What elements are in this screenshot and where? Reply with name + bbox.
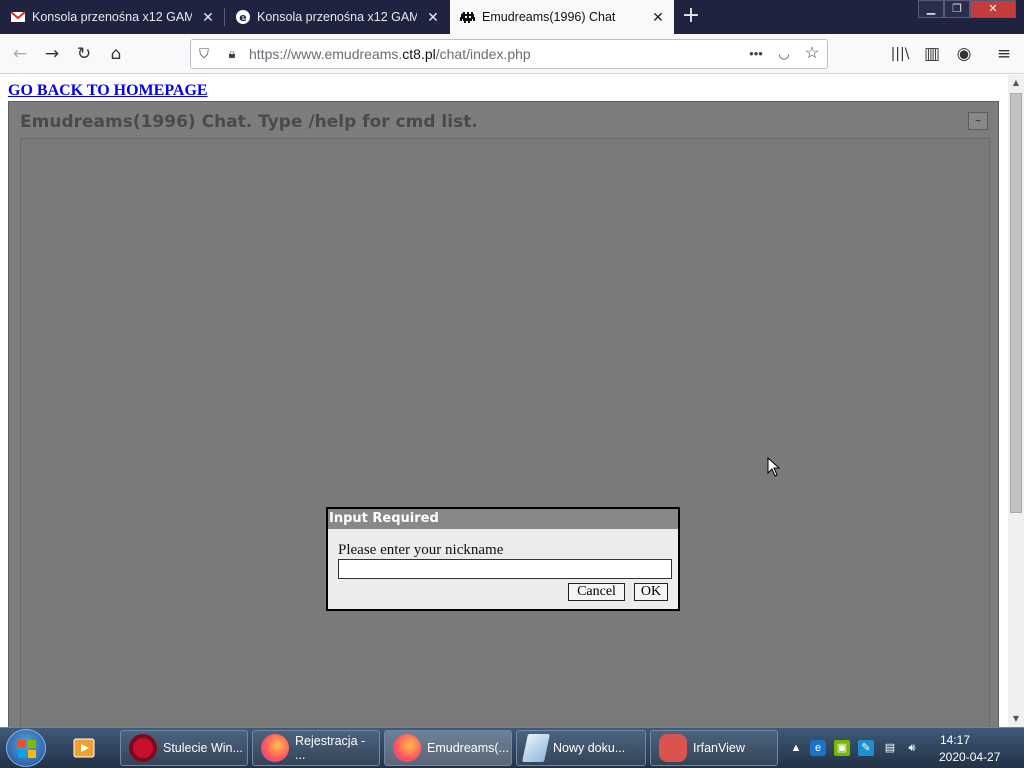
forward-button[interactable]: → xyxy=(38,40,66,68)
close-icon[interactable]: ✕ xyxy=(200,9,216,25)
dialog-message: Please enter your nickname xyxy=(338,542,504,558)
url-domain: ct8.pl xyxy=(402,46,436,62)
taskbar-item-rejestracja[interactable]: Rejestracja - ... xyxy=(252,730,380,766)
bookmark-star-icon[interactable]: ☆ xyxy=(803,45,821,63)
minimize-chat-button[interactable]: – xyxy=(968,112,988,130)
scroll-down-arrow-icon[interactable]: ▼ xyxy=(1011,714,1021,724)
taskbar: Stulecie Win... Rejestracja - ... Emudre… xyxy=(0,727,1024,768)
tab-title: Konsola przenośna x12 GAME B xyxy=(32,10,192,24)
gmail-icon xyxy=(10,11,26,22)
close-icon[interactable]: ✕ xyxy=(650,9,666,25)
go-back-homepage-link[interactable]: GO BACK TO HOMEPAGE xyxy=(8,82,208,100)
taskbar-item-label: Emudreams(... xyxy=(427,741,509,755)
space-invader-icon xyxy=(460,12,475,23)
page-content: GO BACK TO HOMEPAGE Emudreams(1996) Chat… xyxy=(0,75,1008,727)
library-icon[interactable]: |||\ xyxy=(886,40,914,68)
new-tab-button[interactable]: + xyxy=(678,4,704,30)
minimize-window-button[interactable]: ▁ xyxy=(918,0,944,18)
opera-icon xyxy=(129,734,157,762)
url-text[interactable]: https://www.emudreams.ct8.pl/chat/index.… xyxy=(249,46,531,62)
network-icon[interactable]: ▤ xyxy=(882,740,898,756)
tab-emudreams-chat[interactable]: Emudreams(1996) Chat ✕ xyxy=(450,0,674,34)
media-player-icon xyxy=(73,738,95,758)
tab-konsola-2[interactable]: e Konsola przenośna x12 GAME B ✕ xyxy=(225,0,449,34)
home-button[interactable]: ⌂ xyxy=(102,40,130,68)
nickname-input[interactable] xyxy=(338,559,672,579)
volume-icon[interactable]: 🔊︎ xyxy=(904,740,920,756)
restore-window-button[interactable]: ❐ xyxy=(944,0,970,18)
url-prefix: https://www.emudreams. xyxy=(249,46,403,62)
tab-title: Emudreams(1996) Chat xyxy=(482,10,616,24)
mouse-cursor-icon xyxy=(767,457,781,477)
edge-icon[interactable]: e xyxy=(810,740,826,756)
taskbar-item-label: Nowy doku... xyxy=(553,741,626,755)
menu-icon[interactable]: ≡ xyxy=(990,40,1018,68)
svg-text:e: e xyxy=(239,11,246,24)
clock-time[interactable]: 14:17 xyxy=(940,733,970,747)
system-tray: ▲ e ▣ ✎ ▤ 🔊︎ 14:17 2020-04-27 xyxy=(786,728,1024,768)
close-window-button[interactable]: ✕ xyxy=(970,0,1016,18)
scroll-thumb[interactable] xyxy=(1010,93,1022,513)
start-button[interactable] xyxy=(6,729,46,767)
edge-icon: e xyxy=(236,10,250,24)
taskbar-item-label: Rejestracja - ... xyxy=(295,734,366,762)
taskbar-item-nowy-dokument[interactable]: Nowy doku... xyxy=(516,730,646,766)
sidebar-icon[interactable]: ▥ xyxy=(918,40,946,68)
lock-icon[interactable]: 🔒︎ xyxy=(223,45,241,63)
chat-log xyxy=(20,138,990,727)
taskbar-item-label: Stulecie Win... xyxy=(163,741,243,755)
irfanview-icon xyxy=(659,734,687,762)
clock-date[interactable]: 2020-04-27 xyxy=(939,750,1000,764)
tab-konsola-1[interactable]: Konsola przenośna x12 GAME B ✕ xyxy=(0,0,224,34)
page-actions-icon[interactable]: ••• xyxy=(747,45,765,63)
nickname-dialog: Input Required Please enter your nicknam… xyxy=(326,507,680,611)
close-icon[interactable]: ✕ xyxy=(425,9,441,25)
tab-title: Konsola przenośna x12 GAME B xyxy=(257,10,417,24)
page-scrollbar[interactable]: ▲ ▼ xyxy=(1008,75,1024,727)
back-button[interactable]: ← xyxy=(6,40,34,68)
taskbar-item-label: IrfanView xyxy=(693,741,745,755)
chat-panel: Emudreams(1996) Chat. Type /help for cmd… xyxy=(8,101,999,727)
taskbar-item-irfanview[interactable]: IrfanView xyxy=(650,730,778,766)
windows-logo-icon xyxy=(18,740,36,758)
taskbar-item-opera[interactable]: Stulecie Win... xyxy=(120,730,248,766)
address-bar[interactable]: ⛉ 🔒︎ https://www.emudreams.ct8.pl/chat/i… xyxy=(190,39,828,69)
firefox-icon xyxy=(261,734,289,762)
tab-bar: Konsola przenośna x12 GAME B ✕ e Konsola… xyxy=(0,0,1024,34)
chat-title: Emudreams(1996) Chat. Type /help for cmd… xyxy=(20,112,478,132)
show-hidden-icons-icon[interactable]: ▲ xyxy=(788,740,804,756)
ok-button[interactable]: OK xyxy=(634,583,668,601)
navigation-bar: ← → ↻ ⌂ ⛉ 🔒︎ https://www.emudreams.ct8.p… xyxy=(0,34,1024,74)
firefox-icon xyxy=(393,734,421,762)
cancel-button[interactable]: Cancel xyxy=(568,583,625,601)
taskbar-item-emudreams[interactable]: Emudreams(... xyxy=(384,730,512,766)
dialog-title: Input Required xyxy=(328,509,678,529)
pen-tablet-icon[interactable]: ✎ xyxy=(858,740,874,756)
scroll-up-arrow-icon[interactable]: ▲ xyxy=(1011,78,1021,88)
media-player-pinned[interactable] xyxy=(66,730,106,766)
pocket-icon[interactable]: ◡ xyxy=(775,45,793,63)
nvidia-icon[interactable]: ▣ xyxy=(834,740,850,756)
account-icon[interactable]: ◉ xyxy=(950,40,978,68)
url-path: /chat/index.php xyxy=(435,46,531,62)
document-icon xyxy=(522,734,550,762)
reload-button[interactable]: ↻ xyxy=(70,40,98,68)
tracking-protection-icon[interactable]: ⛉ xyxy=(195,45,213,63)
